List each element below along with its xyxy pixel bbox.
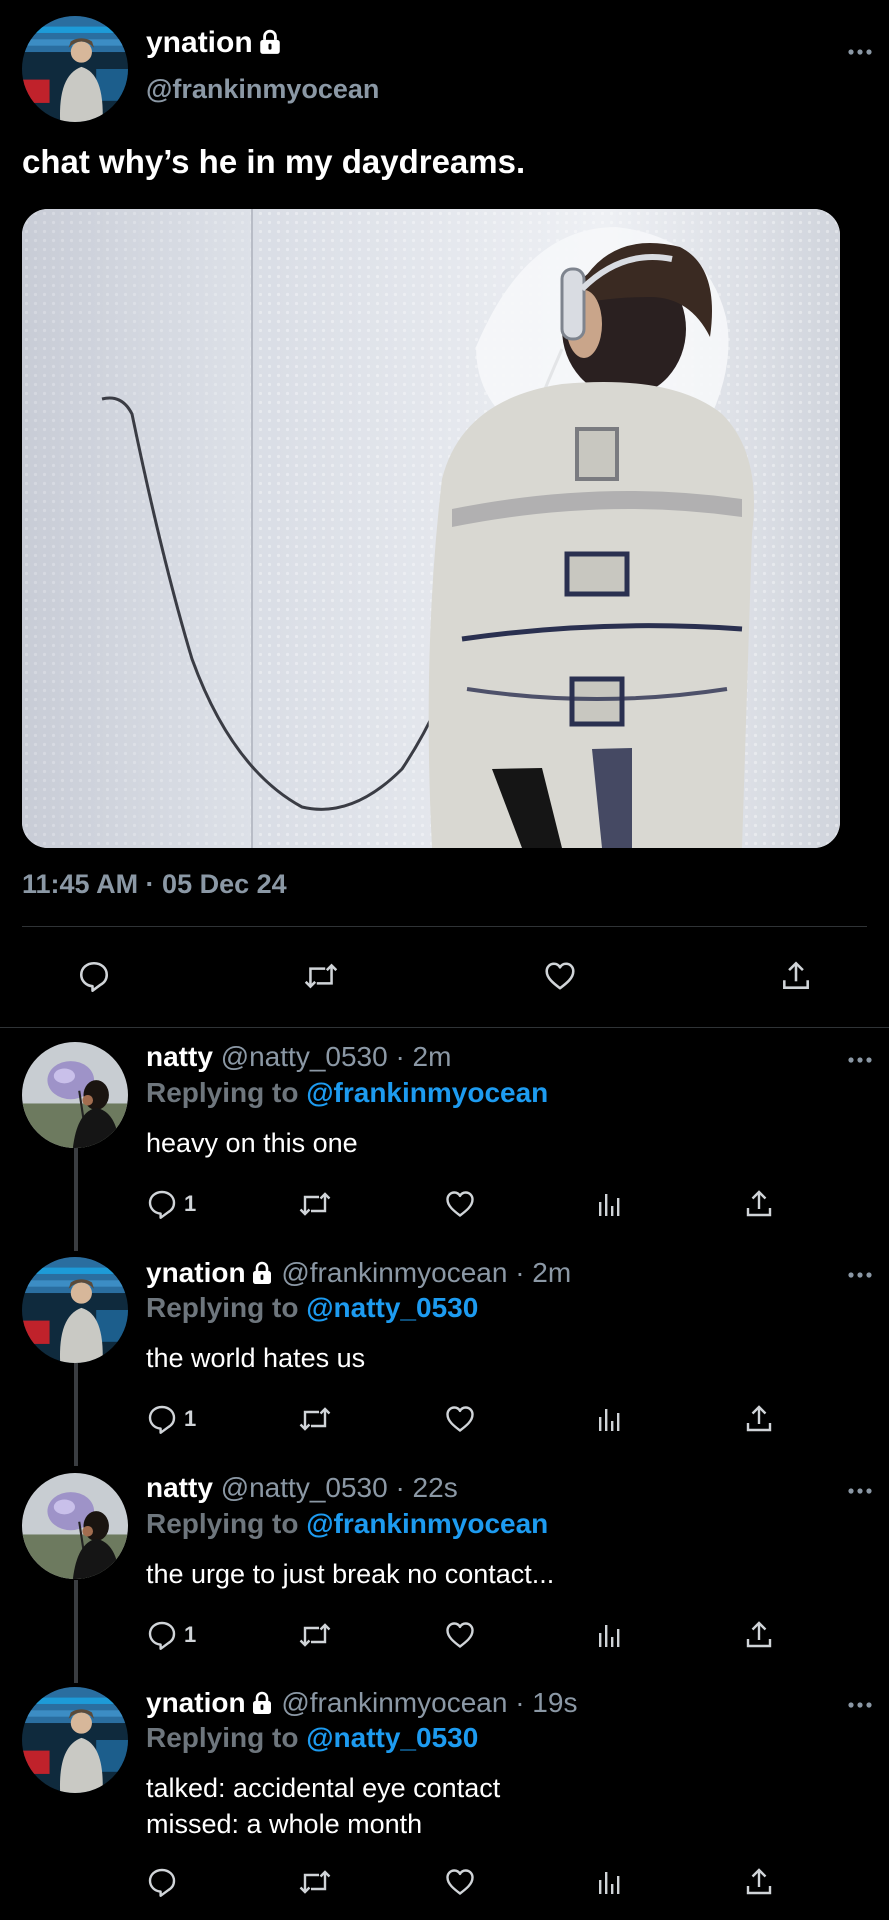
more-options-icon[interactable] bbox=[845, 1050, 875, 1070]
reply-text-line: the world hates us bbox=[146, 1343, 366, 1373]
reply-text-line: missed: a whole month bbox=[146, 1809, 423, 1839]
retweet-icon[interactable] bbox=[297, 1619, 333, 1651]
replying-prefix: Replying to bbox=[146, 1508, 299, 1539]
tweet-timestamp[interactable]: 11:45 AM · 05 Dec 24 bbox=[22, 869, 287, 900]
reply-header[interactable]: ynation @frankinmyocean · 19s bbox=[146, 1687, 577, 1719]
share-icon[interactable] bbox=[743, 1866, 775, 1898]
reply-icon[interactable] bbox=[146, 1866, 178, 1898]
share-icon[interactable] bbox=[779, 959, 813, 993]
reply-header[interactable]: natty @natty_0530 · 22s bbox=[146, 1472, 458, 1504]
reply-text-line: heavy on this one bbox=[146, 1128, 358, 1158]
more-options-icon[interactable] bbox=[845, 1481, 875, 1501]
mention-link[interactable]: @natty_0530 bbox=[306, 1722, 478, 1753]
like-icon[interactable] bbox=[444, 1866, 476, 1898]
reply-icon[interactable]: 1 bbox=[146, 1188, 196, 1220]
reply-meta: @frankinmyocean · 19s bbox=[281, 1687, 578, 1718]
replying-prefix: Replying to bbox=[146, 1292, 299, 1323]
reply-text: heavy on this one bbox=[146, 1125, 358, 1161]
like-icon[interactable] bbox=[444, 1619, 476, 1651]
views-icon[interactable] bbox=[596, 1621, 624, 1649]
reply-text-line: the urge to just break no contact... bbox=[146, 1559, 555, 1589]
thread-line bbox=[74, 1148, 78, 1251]
more-options-icon[interactable] bbox=[845, 1265, 875, 1285]
more-options-icon[interactable] bbox=[845, 42, 875, 62]
reply-icon[interactable]: 1 bbox=[146, 1403, 196, 1435]
reply-icon[interactable]: 1 bbox=[146, 1619, 196, 1651]
tweet-text: chat why’s he in my daydreams. bbox=[22, 143, 526, 180]
reply-text-line: talked: accidental eye contact bbox=[146, 1773, 501, 1803]
author-handle[interactable]: @frankinmyocean bbox=[146, 74, 379, 105]
retweet-icon[interactable] bbox=[297, 1403, 333, 1435]
lock-icon bbox=[257, 29, 283, 55]
like-icon[interactable] bbox=[543, 959, 577, 993]
share-icon[interactable] bbox=[743, 1403, 775, 1435]
reply-author-name: ynation bbox=[146, 1687, 246, 1718]
retweet-icon[interactable] bbox=[297, 1866, 333, 1898]
like-icon[interactable] bbox=[444, 1403, 476, 1435]
share-icon[interactable] bbox=[743, 1188, 775, 1220]
replying-prefix: Replying to bbox=[146, 1722, 299, 1753]
reply-avatar[interactable] bbox=[22, 1473, 128, 1579]
thread-line bbox=[74, 1363, 78, 1466]
thread-line bbox=[74, 1580, 78, 1683]
author-avatar[interactable] bbox=[22, 16, 128, 122]
mention-link[interactable]: @frankinmyocean bbox=[306, 1077, 548, 1108]
reply-count: 1 bbox=[184, 1191, 197, 1216]
reply-text: talked: accidental eye contact missed: a… bbox=[146, 1770, 500, 1842]
reply-author-name: ynation bbox=[146, 1257, 246, 1288]
reply-avatar[interactable] bbox=[22, 1257, 128, 1363]
reply-text: the urge to just break no contact... bbox=[146, 1556, 554, 1592]
retweet-icon[interactable] bbox=[297, 1188, 333, 1220]
like-icon[interactable] bbox=[444, 1188, 476, 1220]
reply-meta: @frankinmyocean · 2m bbox=[281, 1257, 572, 1288]
reply-author-name: natty bbox=[146, 1041, 213, 1072]
divider bbox=[0, 1027, 889, 1028]
views-icon[interactable] bbox=[596, 1405, 624, 1433]
reply-text: the world hates us bbox=[146, 1340, 365, 1376]
reply-icon[interactable] bbox=[77, 959, 111, 993]
reply-author-name: natty bbox=[146, 1472, 213, 1503]
reply-header[interactable]: natty @natty_0530 · 2m bbox=[146, 1041, 451, 1073]
mention-link[interactable]: @frankinmyocean bbox=[306, 1508, 548, 1539]
lock-icon bbox=[250, 1691, 274, 1715]
author-name[interactable]: ynation bbox=[146, 26, 283, 60]
replying-to: Replying to @natty_0530 bbox=[146, 1292, 478, 1324]
reply-meta: @natty_0530 · 2m bbox=[220, 1041, 452, 1072]
reply-count: 1 bbox=[184, 1406, 197, 1431]
share-icon[interactable] bbox=[743, 1619, 775, 1651]
tweet-media-photo[interactable] bbox=[22, 209, 840, 848]
reply-meta: @natty_0530 · 22s bbox=[220, 1472, 458, 1503]
divider bbox=[22, 926, 867, 927]
retweet-icon[interactable] bbox=[302, 959, 340, 993]
views-icon[interactable] bbox=[596, 1868, 624, 1896]
reply-avatar[interactable] bbox=[22, 1687, 128, 1793]
reply-header[interactable]: ynation @frankinmyocean · 2m bbox=[146, 1257, 571, 1289]
mention-link[interactable]: @natty_0530 bbox=[306, 1292, 478, 1323]
reply-count: 1 bbox=[184, 1622, 197, 1647]
reply-avatar[interactable] bbox=[22, 1042, 128, 1148]
replying-prefix: Replying to bbox=[146, 1077, 299, 1108]
lock-icon bbox=[250, 1261, 274, 1285]
views-icon[interactable] bbox=[596, 1190, 624, 1218]
replying-to: Replying to @frankinmyocean bbox=[146, 1508, 548, 1540]
replying-to: Replying to @frankinmyocean bbox=[146, 1077, 548, 1109]
more-options-icon[interactable] bbox=[845, 1695, 875, 1715]
author-name-text: ynation bbox=[146, 26, 253, 59]
replying-to: Replying to @natty_0530 bbox=[146, 1722, 478, 1754]
